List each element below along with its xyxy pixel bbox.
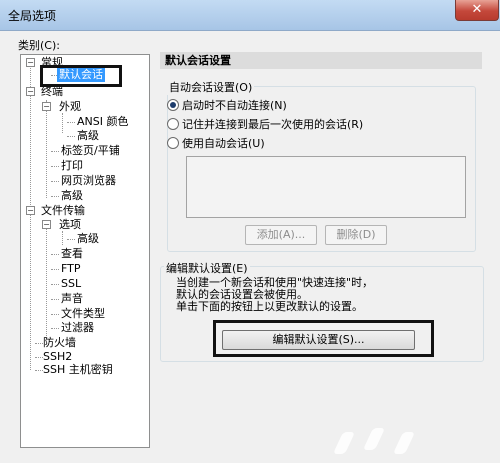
close-button[interactable]: ✕	[455, 0, 499, 21]
tree-item-view[interactable]: 查看	[61, 247, 83, 261]
expand-terminal-icon[interactable]: −	[26, 87, 35, 96]
auto-session-group-title: 自动会话设置(O)	[167, 79, 255, 95]
auto-session-list[interactable]	[186, 156, 466, 218]
radio-no-auto-connect[interactable]	[167, 99, 179, 111]
tree-item-advanced-3[interactable]: 高级	[77, 232, 99, 246]
tree-item-advanced-1[interactable]: 高级	[77, 129, 99, 143]
tree-item-file-type[interactable]: 文件类型	[61, 307, 105, 321]
tree-item-ftp[interactable]: FTP	[61, 262, 81, 276]
tree-item-ansi-color[interactable]: ANSI 颜色	[77, 115, 128, 129]
expand-options-icon[interactable]: −	[42, 220, 51, 229]
add-button[interactable]: 添加(A)...	[245, 225, 317, 245]
expand-general-icon[interactable]: −	[26, 58, 35, 67]
expand-file-transfer-icon[interactable]: −	[26, 206, 35, 215]
category-tree[interactable]: − 常规 默认会话 − 终端 − 外观 ANSI 颜色 高级 标签页/平铺 打印…	[20, 54, 150, 448]
tree-item-ssl[interactable]: SSL	[61, 277, 81, 291]
tree-item-ssh2[interactable]: SSH2	[43, 350, 72, 364]
tree-item-filter[interactable]: 过滤器	[61, 321, 94, 335]
panel-header: 默认会话设置	[160, 52, 482, 69]
tree-item-sound[interactable]: 声音	[61, 292, 83, 306]
close-icon: ✕	[471, 2, 483, 17]
radio-remember-last-label: 记住并连接到最后一次使用的会话(R)	[182, 118, 364, 131]
edit-default-description: 当创建一个新会话和使用"快速连接"时， 默认的会话设置会被使用。 单击下面的按钮…	[176, 277, 373, 313]
tree-item-file-transfer[interactable]: 文件传输	[41, 204, 85, 218]
title-bar: 全局选项 ✕	[0, 0, 500, 31]
expand-appearance-icon[interactable]: −	[42, 102, 51, 111]
radio-remember-last[interactable]	[167, 118, 179, 130]
description-line-3: 单击下面的按钮上以更改默认的设置。	[176, 300, 363, 313]
highlight-box-edit-default	[213, 320, 434, 357]
tree-item-terminal[interactable]: 终端	[41, 85, 63, 99]
tree-item-firewall[interactable]: 防火墙	[43, 336, 76, 350]
delete-button[interactable]: 删除(D)	[325, 225, 387, 245]
tree-item-advanced-2[interactable]: 高级	[61, 189, 83, 203]
window-title: 全局选项	[8, 9, 57, 23]
tree-item-ssh-host-key[interactable]: SSH 主机密钥	[43, 363, 113, 377]
highlight-box-default-session	[40, 65, 122, 87]
tree-item-print[interactable]: 打印	[61, 159, 83, 173]
tree-item-tabs[interactable]: 标签页/平铺	[61, 144, 120, 158]
tree-item-options[interactable]: 选项	[59, 218, 81, 232]
tree-item-appearance[interactable]: 外观	[59, 100, 81, 114]
radio-use-auto-session-label: 使用自动会话(U)	[182, 137, 265, 150]
radio-no-auto-connect-label: 启动时不自动连接(N)	[182, 99, 287, 112]
edit-default-group-title: 编辑默认设置(E)	[164, 260, 250, 276]
category-label: 类别(C):	[18, 39, 60, 52]
tree-item-web-browser[interactable]: 网页浏览器	[61, 174, 116, 188]
radio-use-auto-session[interactable]	[167, 137, 179, 149]
